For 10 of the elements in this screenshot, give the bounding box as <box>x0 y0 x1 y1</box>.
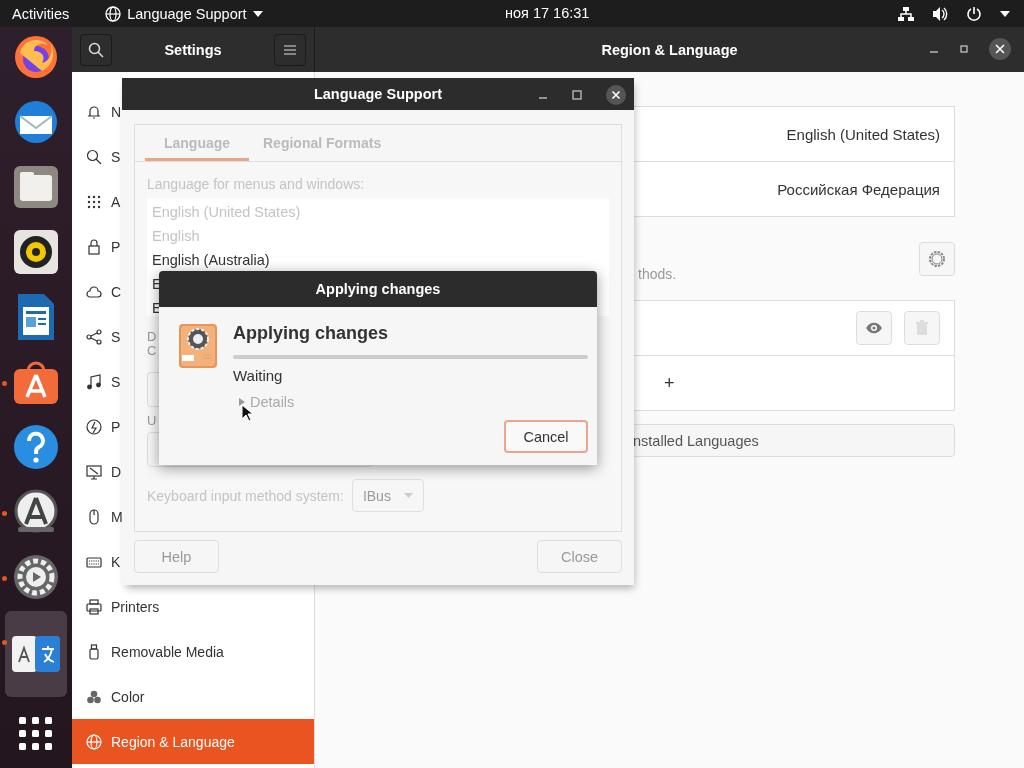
sidebar-title: Settings <box>164 41 222 58</box>
status-text: Waiting <box>233 367 284 384</box>
label-text: D <box>147 330 157 344</box>
hint-text: thods. <box>638 265 677 282</box>
label-text: U <box>147 413 157 428</box>
dialog-title: Applying changes <box>315 281 441 297</box>
window-title: Language Support <box>313 86 443 102</box>
dialog-heading: Applying changes <box>233 323 390 344</box>
label-text: C <box>147 344 157 358</box>
window-title: Region & Language <box>601 41 738 58</box>
